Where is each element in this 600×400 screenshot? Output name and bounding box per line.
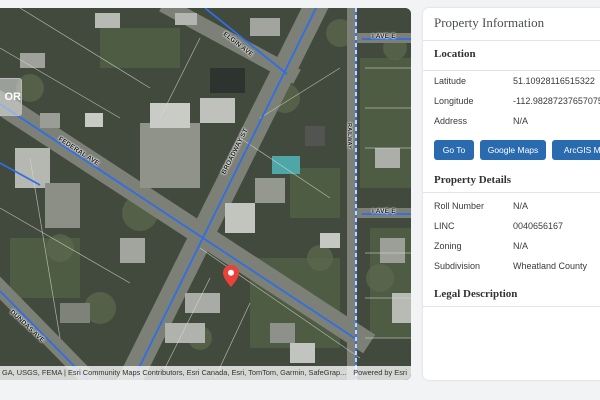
powered-by-esri[interactable]: Powered by Esri bbox=[353, 366, 407, 380]
subdivision-row: Subdivision Wheatland County bbox=[434, 261, 587, 271]
subdivision-value: Wheatland County bbox=[513, 261, 588, 271]
panel-title: Property Information bbox=[423, 8, 600, 41]
latitude-value: 51.10928116515322 bbox=[513, 76, 595, 86]
location-heading: Location bbox=[434, 48, 476, 60]
map-view[interactable]: OR ELGIN AVE BROADWAY ST FEDERAL AVE DUN… bbox=[0, 8, 411, 380]
divider bbox=[423, 70, 600, 71]
map-attribution: GA, USGS, FEMA | Esri Community Maps Con… bbox=[0, 366, 411, 380]
arcgis-map-button[interactable]: ArcGIS Map bbox=[552, 140, 600, 160]
map-pin-icon[interactable] bbox=[223, 265, 239, 287]
zoning-row: Zoning N/A bbox=[434, 241, 528, 251]
linc-label: LINC bbox=[434, 221, 455, 231]
divider bbox=[423, 192, 600, 193]
longitude-value: -112.98287237657075 bbox=[513, 96, 600, 106]
go-to-button[interactable]: Go To bbox=[434, 140, 474, 160]
zoning-label: Zoning bbox=[434, 241, 462, 251]
road-label-i-ave-mid: I AVE E bbox=[372, 208, 396, 215]
zoning-value: N/A bbox=[513, 241, 529, 251]
latitude-row: Latitude 51.10928116515322 bbox=[434, 76, 595, 86]
longitude-row: Longitude -112.98287237657075 bbox=[434, 96, 600, 106]
google-maps-button[interactable]: Google Maps bbox=[480, 140, 546, 160]
satellite-imagery bbox=[0, 8, 411, 380]
linc-value: 0040656167 bbox=[513, 221, 564, 231]
roll-number-row: Roll Number N/A bbox=[434, 201, 528, 211]
property-info-panel: Property Information Location Latitude 51… bbox=[423, 8, 600, 380]
latitude-label: Latitude bbox=[434, 76, 467, 86]
address-row: Address N/A bbox=[434, 116, 528, 126]
map-widget-label: OR bbox=[4, 91, 22, 103]
map-widget-button[interactable]: OR bbox=[0, 78, 22, 116]
linc-row: LINC 0040656167 bbox=[434, 221, 563, 231]
road-label-railway: RAILWAY bbox=[345, 123, 352, 149]
address-value: N/A bbox=[513, 116, 529, 126]
roll-number-value: N/A bbox=[513, 201, 529, 211]
longitude-label: Longitude bbox=[434, 96, 474, 106]
divider bbox=[423, 306, 600, 307]
legal-description-heading: Legal Description bbox=[434, 288, 518, 300]
road-label-i-ave-top: I AVE E bbox=[372, 33, 396, 40]
roll-number-label: Roll Number bbox=[434, 201, 485, 211]
subdivision-label: Subdivision bbox=[434, 261, 481, 271]
attribution-text[interactable]: GA, USGS, FEMA | Esri Community Maps Con… bbox=[2, 366, 346, 380]
property-details-heading: Property Details bbox=[434, 174, 512, 186]
address-label: Address bbox=[434, 116, 468, 126]
